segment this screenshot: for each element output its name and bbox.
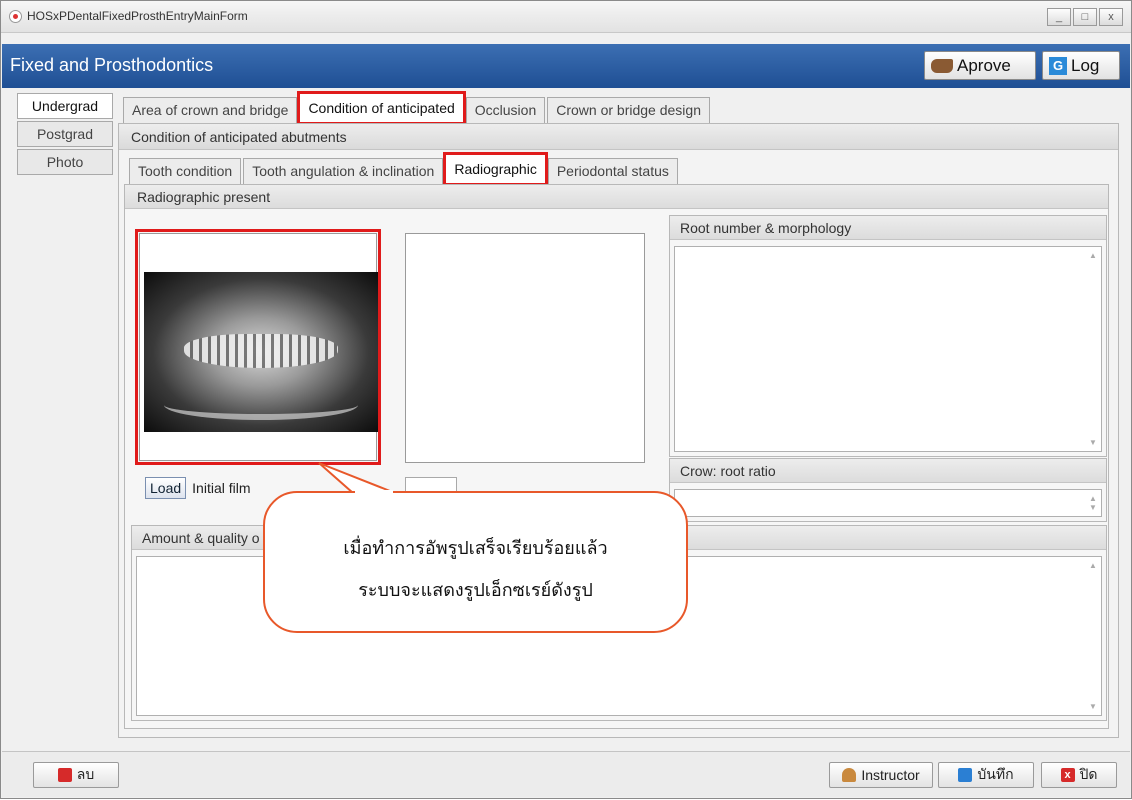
condition-panel: Condition of anticipated abutments Tooth…: [118, 123, 1119, 738]
initial-film-image[interactable]: [135, 229, 381, 465]
tab-area-of-crown[interactable]: Area of crown and bridge: [123, 97, 298, 123]
maximize-button[interactable]: □: [1073, 8, 1097, 26]
log-icon: G: [1049, 56, 1067, 75]
main-tabs: Area of crown and bridge Condition of an…: [123, 91, 712, 125]
main-window: HOSxPDentalFixedProsthEntryMainForm _ □ …: [0, 0, 1132, 799]
initial-film-label: Initial film: [192, 480, 251, 496]
xray-jaw: [164, 390, 358, 420]
tab-tooth-condition[interactable]: Tooth condition: [129, 158, 242, 184]
close-label: ปิด: [1079, 766, 1098, 782]
second-film-image[interactable]: [405, 233, 645, 463]
instructor-button[interactable]: Instructor: [829, 762, 933, 788]
sidebar-item-photo[interactable]: Photo: [17, 149, 113, 175]
root-number-scrollbar[interactable]: ▲ ▼: [1089, 251, 1097, 447]
aprove-button[interactable]: Aprove: [924, 51, 1036, 80]
save-icon: [958, 768, 973, 782]
aprove-label: Aprove: [957, 55, 1011, 75]
close-icon: x: [1060, 768, 1075, 782]
window-title: HOSxPDentalFixedProsthEntryMainForm: [27, 9, 248, 23]
initial-film-row: Load Initial film: [145, 477, 251, 499]
radiographic-title: Radiographic present: [125, 185, 1108, 209]
load-button[interactable]: Load: [145, 477, 187, 499]
section-title: Condition of anticipated abutments: [119, 124, 1118, 150]
tab-radiographic[interactable]: Radiographic: [443, 152, 548, 186]
instructor-label: Instructor: [861, 767, 920, 783]
hand-icon: [931, 58, 953, 73]
save-label: บันทึก: [977, 766, 1014, 782]
delete-label: ลบ: [76, 766, 95, 782]
tab-periodontal-status[interactable]: Periodontal status: [547, 158, 678, 184]
crow-root-ratio-title: Crow: root ratio: [670, 459, 1106, 483]
window-controls: _ □ x: [1047, 8, 1123, 26]
crow-root-ratio-scrollbar[interactable]: ▲ ▼: [1089, 494, 1097, 512]
minimize-button[interactable]: _: [1047, 8, 1071, 26]
tab-crown-or-bridge-design[interactable]: Crown or bridge design: [547, 97, 710, 123]
sidebar-item-postgrad[interactable]: Postgrad: [17, 121, 113, 147]
radiographic-panel: Radiographic present Load Initial film R…: [124, 184, 1109, 729]
save-button[interactable]: บันทึก: [938, 762, 1034, 788]
tab-occlusion[interactable]: Occlusion: [465, 97, 546, 123]
tab-condition-of-anticipated[interactable]: Condition of anticipated: [297, 91, 466, 125]
instructor-icon: [842, 768, 857, 782]
amount-quality-scrollbar[interactable]: ▲ ▼: [1089, 561, 1097, 711]
footer-bar: ลบ Instructor บันทึก x ปิด: [2, 751, 1130, 797]
root-number-title: Root number & morphology: [670, 216, 1106, 240]
log-button[interactable]: G Log: [1042, 51, 1120, 80]
tab-tooth-angulation[interactable]: Tooth angulation & inclination: [243, 158, 444, 184]
window-close-button[interactable]: x: [1099, 8, 1123, 26]
delete-button[interactable]: ลบ: [33, 762, 119, 788]
form-header: Fixed and Prosthodontics Aprove G Log: [2, 44, 1130, 88]
xray-teeth: [184, 334, 338, 368]
root-number-field[interactable]: ▲ ▼: [674, 246, 1102, 452]
delete-icon: [57, 768, 72, 782]
instruction-callout: เมื่อทำการอัพรูปเสร็จเรียบร้อยแล้ว ระบบจ…: [263, 491, 688, 633]
side-navigation: Undergrad Postgrad Photo: [17, 93, 113, 177]
crow-root-ratio-field[interactable]: ▲ ▼: [674, 489, 1102, 517]
close-button[interactable]: x ปิด: [1041, 762, 1117, 788]
root-number-group: Root number & morphology ▲ ▼: [669, 215, 1107, 457]
undergrad-panel: Area of crown and bridge Condition of an…: [113, 91, 1121, 743]
sub-tabs: Tooth condition Tooth angulation & incli…: [129, 152, 680, 186]
log-label: Log: [1071, 55, 1100, 75]
title-bar: HOSxPDentalFixedProsthEntryMainForm _ □ …: [1, 1, 1131, 33]
crow-root-ratio-group: Crow: root ratio ▲ ▼: [669, 458, 1107, 522]
callout-line-2: ระบบจะแสดงรูปเอ็กซเรย์ดังรูป: [358, 580, 593, 601]
callout-line-1: เมื่อทำการอัพรูปเสร็จเรียบร้อยแล้ว: [343, 538, 608, 559]
sidebar-item-undergrad[interactable]: Undergrad: [17, 93, 113, 119]
xray-image: [144, 272, 378, 432]
app-icon: [9, 10, 22, 23]
form-title: Fixed and Prosthodontics: [10, 55, 214, 75]
